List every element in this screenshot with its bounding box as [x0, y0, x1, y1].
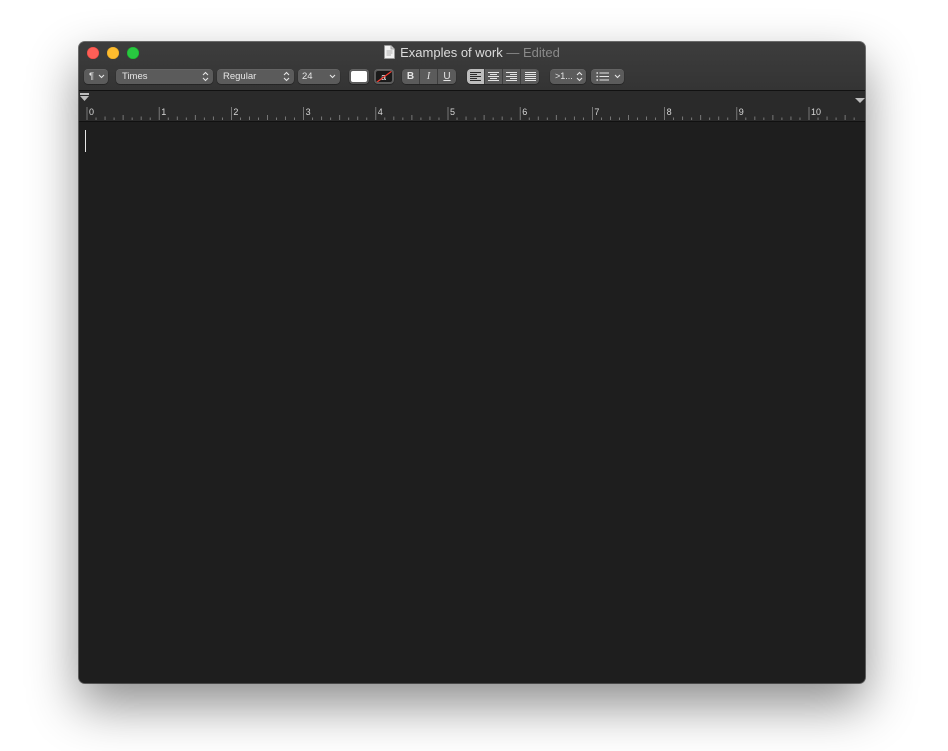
ruler-label: 10	[811, 107, 821, 117]
align-left-button[interactable]	[467, 69, 485, 84]
ruler-label: 7	[594, 107, 599, 117]
edited-indicator: — Edited	[506, 45, 560, 60]
title-bar[interactable]: Examples of work — Edited ¶ Times Regula…	[79, 42, 865, 91]
italic-button[interactable]: I	[420, 69, 438, 84]
ruler[interactable]: 0 1 2 3 4 5 6 7 8 9 10	[79, 91, 865, 122]
ruler-label: 1	[161, 107, 166, 117]
align-left-icon	[470, 72, 481, 81]
stepper-icon	[576, 71, 583, 87]
highlight-color-well[interactable]: a	[374, 69, 394, 84]
paragraph-styles-button[interactable]: ¶	[84, 69, 108, 84]
align-right-icon	[506, 72, 517, 81]
textedit-window: Examples of work — Edited ¶ Times Regula…	[79, 42, 865, 683]
paragraph-styles-label: ¶	[89, 71, 95, 82]
ruler-label: 3	[306, 107, 311, 117]
font-family-value: Times	[122, 71, 148, 82]
align-center-button[interactable]	[485, 69, 503, 84]
alignment-group	[467, 69, 539, 84]
chevron-down-icon	[614, 69, 621, 89]
text-cursor	[85, 130, 86, 152]
ruler-label: 9	[739, 107, 744, 117]
ruler-label: 0	[89, 107, 94, 117]
font-size-value: 24	[302, 71, 313, 82]
window-title: Examples of work — Edited	[79, 45, 865, 63]
ruler-scale: 0 1 2 3 4 5 6 7 8 9 10	[80, 93, 865, 120]
chevron-down-icon	[98, 69, 105, 89]
first-line-indent-marker	[80, 93, 89, 95]
stepper-icon	[202, 71, 209, 87]
line-spacing-value: >1...	[555, 71, 573, 81]
bold-button[interactable]: B	[402, 69, 420, 84]
stepper-icon	[283, 71, 290, 87]
bullet-list-icon	[596, 71, 609, 87]
align-center-icon	[488, 72, 499, 81]
ruler-label: 6	[522, 107, 527, 117]
underline-button[interactable]: U	[438, 69, 456, 84]
align-justify-icon	[524, 72, 536, 81]
ruler-label: 5	[450, 107, 455, 117]
right-indent-marker	[855, 98, 865, 103]
line-spacing-popup[interactable]: >1...	[550, 69, 586, 84]
align-justify-button[interactable]	[521, 69, 539, 84]
font-size-combo[interactable]: 24	[298, 69, 340, 84]
document-icon	[384, 45, 396, 63]
ruler-label: 8	[667, 107, 672, 117]
ruler-label: 4	[378, 107, 383, 117]
document-name: Examples of work	[400, 45, 503, 60]
align-right-button[interactable]	[503, 69, 521, 84]
font-style-value: Regular	[223, 71, 257, 82]
ruler-label: 2	[233, 107, 238, 117]
chevron-down-icon	[329, 69, 336, 89]
left-indent-marker	[80, 96, 89, 101]
text-editor[interactable]	[79, 122, 865, 683]
font-family-popup[interactable]: Times	[116, 69, 213, 84]
text-color-well[interactable]	[349, 69, 369, 84]
list-bullets-popup[interactable]	[591, 69, 624, 84]
font-style-popup[interactable]: Regular	[217, 69, 294, 84]
text-color-swatch	[351, 71, 367, 82]
text-style-group: B I U	[402, 69, 456, 84]
highlight-none-icon: a	[376, 71, 392, 82]
